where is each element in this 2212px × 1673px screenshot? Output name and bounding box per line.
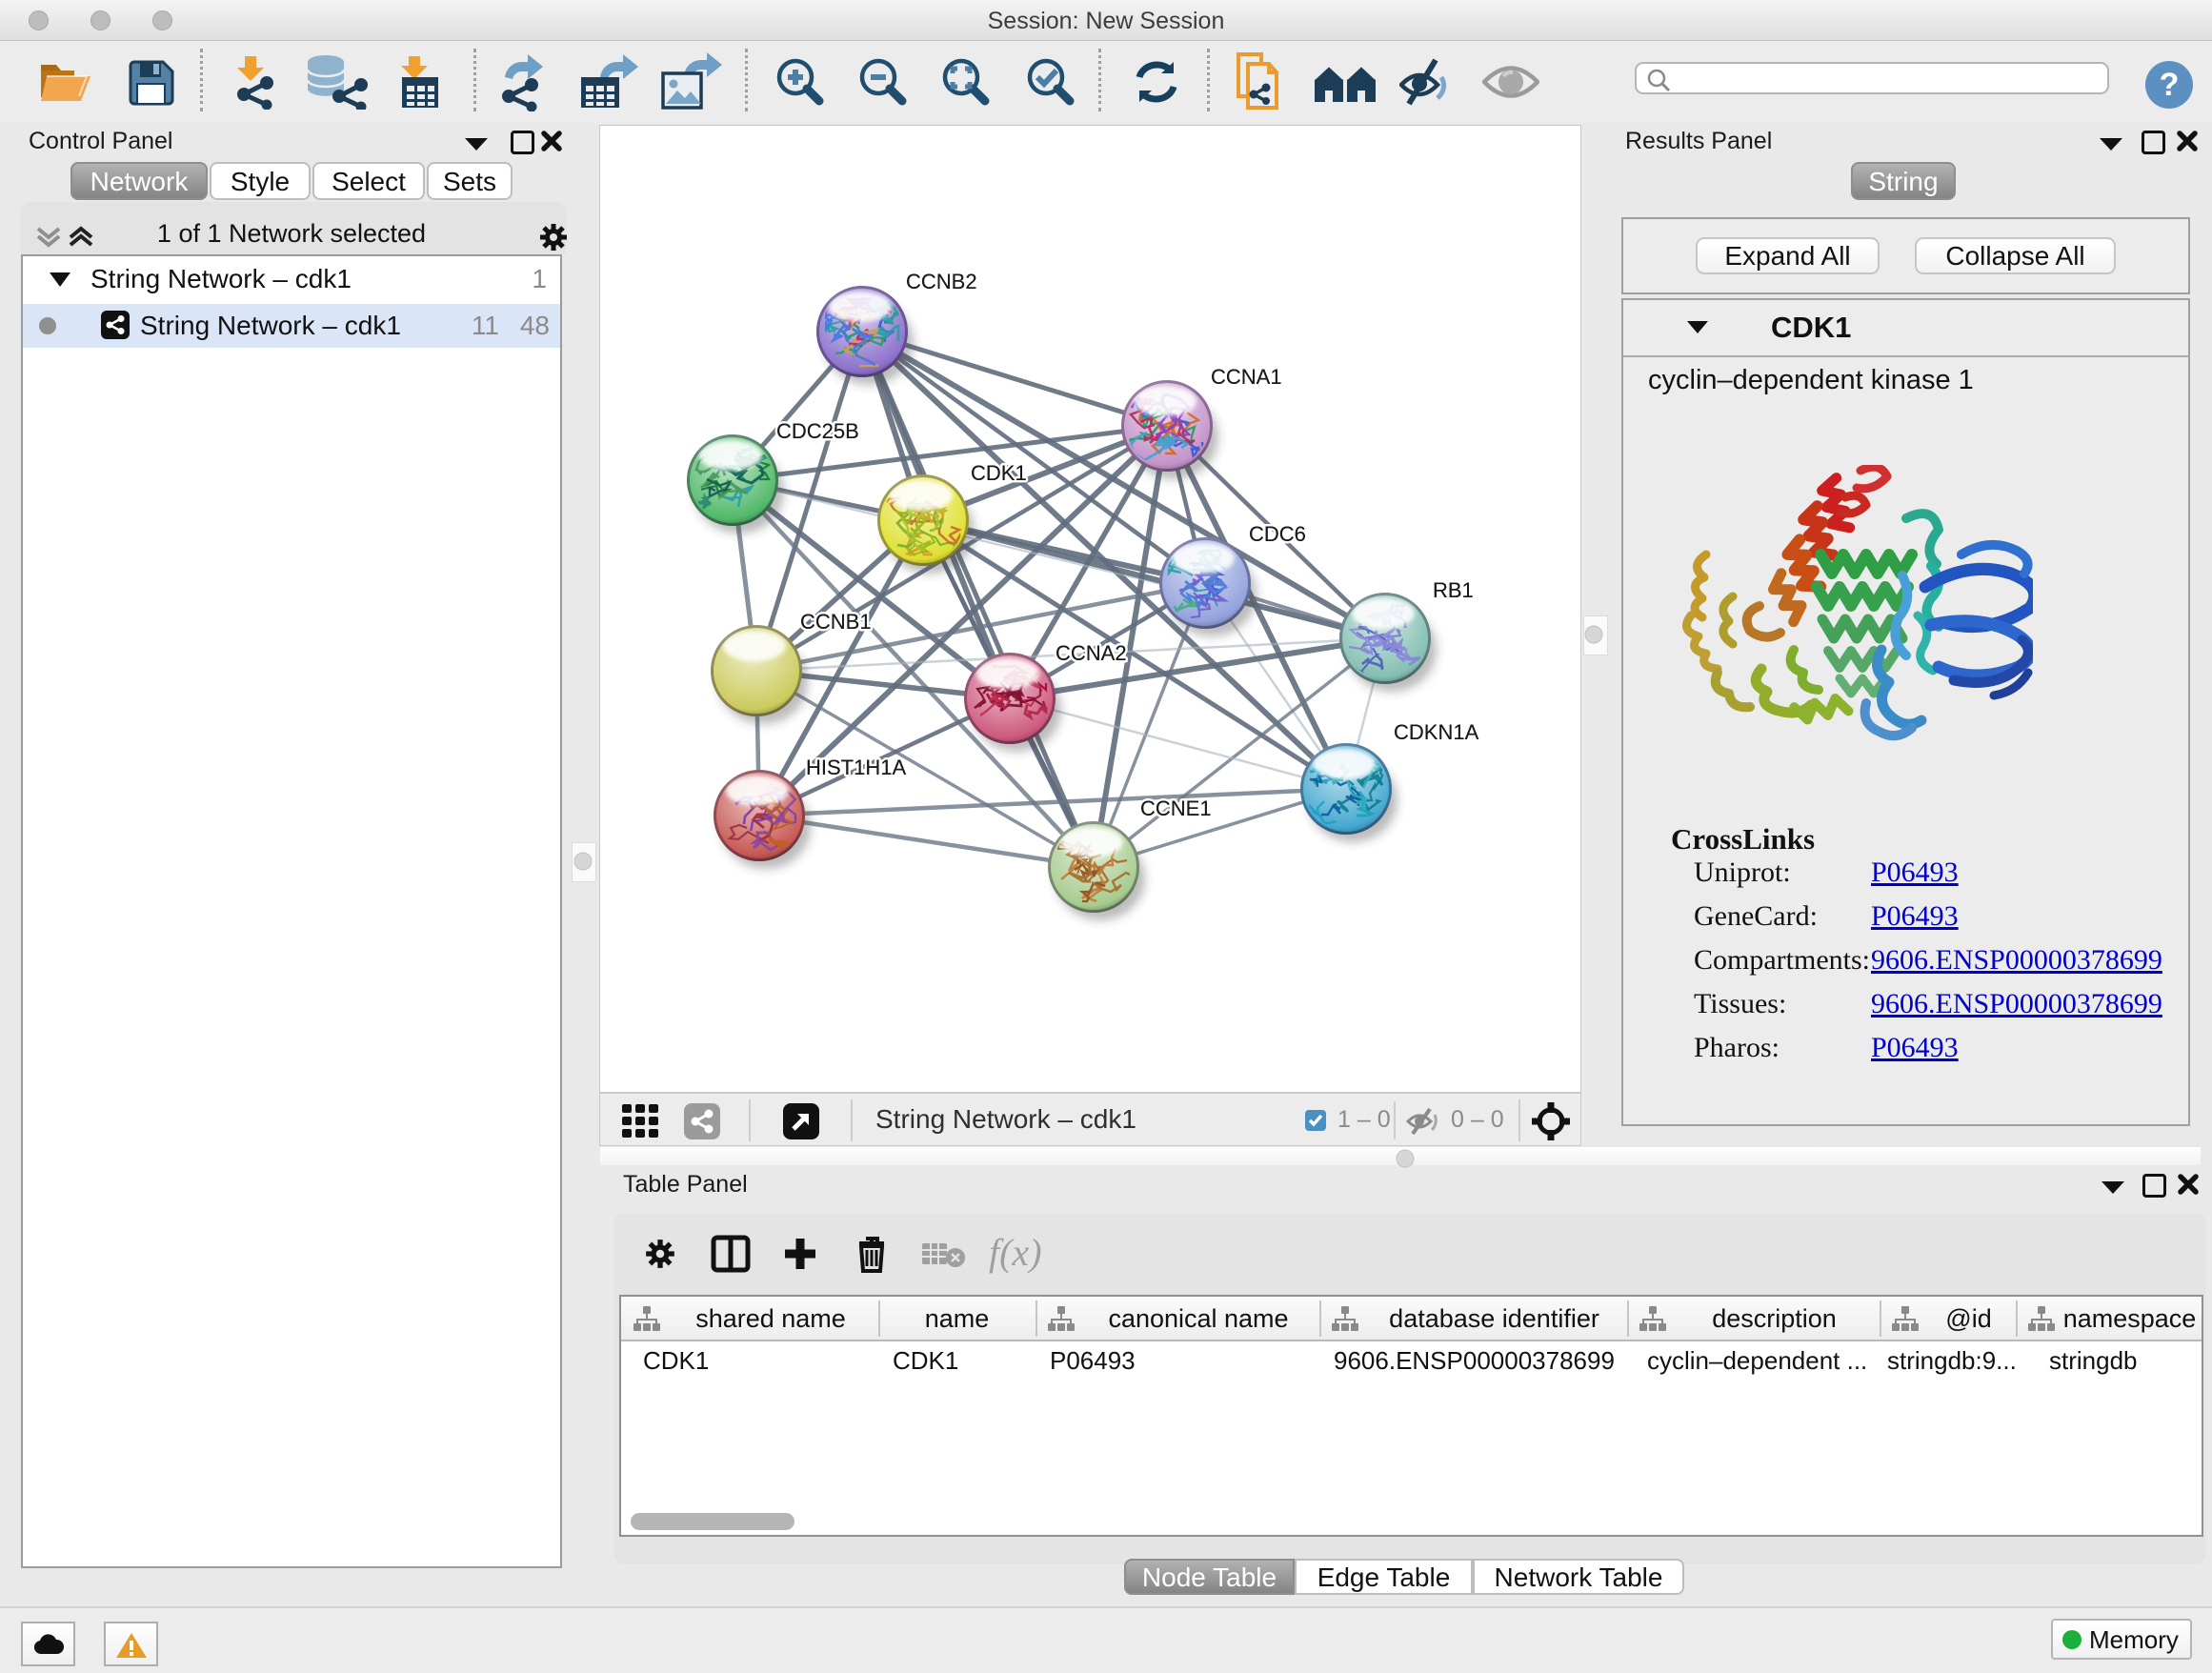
svg-text:CCNE1: CCNE1 [1140, 796, 1212, 820]
svg-text:CDC6: CDC6 [1249, 522, 1306, 546]
svg-text:RB1: RB1 [1433, 578, 1474, 602]
svg-text:CCNB2: CCNB2 [906, 270, 977, 293]
svg-text:CDK1: CDK1 [971, 461, 1027, 485]
svg-text:CCNB1: CCNB1 [800, 610, 872, 634]
svg-text:CDC25B: CDC25B [776, 419, 859, 443]
svg-text:CCNA1: CCNA1 [1211, 365, 1282, 389]
svg-text:HIST1H1A: HIST1H1A [806, 756, 906, 779]
svg-text:?: ? [2160, 67, 2180, 103]
svg-text:CDKN1A: CDKN1A [1394, 720, 1479, 744]
svg-text:CCNA2: CCNA2 [1056, 641, 1127, 665]
